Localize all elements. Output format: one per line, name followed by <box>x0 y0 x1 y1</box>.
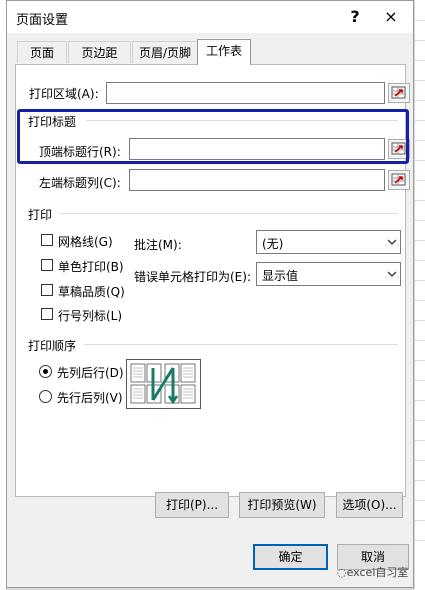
background-sheet-right <box>415 0 425 590</box>
close-button[interactable]: × <box>379 5 403 29</box>
watermark: ◌excel自习室 <box>337 564 408 580</box>
black-white-checkbox[interactable] <box>41 259 53 271</box>
range-select-icon <box>391 173 406 186</box>
gridlines-checkbox[interactable] <box>41 234 53 246</box>
row-col-headings-label: 行号列标(L) <box>58 309 123 323</box>
chevron-down-icon <box>382 231 400 253</box>
ok-button[interactable]: 确定 <box>253 544 328 570</box>
title-bar: 页面设置 ? × <box>7 1 413 33</box>
tab-page[interactable]: 页面 <box>17 41 67 63</box>
page-order-preview-icon <box>130 363 196 405</box>
comments-label: 批注(M): <box>134 238 182 252</box>
black-white-label: 单色打印(B) <box>58 260 124 274</box>
gridlines-label: 网格线(G) <box>58 235 113 249</box>
print-divider <box>60 213 398 214</box>
page-setup-dialog: 页面设置 ? × 页面 页边距 页眉/页脚 工作表 打印区域(A): 打印标题 … <box>6 0 414 588</box>
help-button[interactable]: ? <box>343 5 367 29</box>
print-area-label: 打印区域(A): <box>29 87 99 101</box>
down-then-over-radio[interactable] <box>39 365 52 378</box>
print-preview-button[interactable]: 打印预览(W) <box>239 492 325 518</box>
title-columns-input[interactable] <box>129 169 385 191</box>
draft-quality-label: 草稿品质(Q) <box>58 285 125 299</box>
watermark-text: excel自习室 <box>346 566 409 579</box>
chat-icon: ◌ <box>337 566 347 579</box>
cell-errors-select[interactable]: 显示值 <box>256 262 401 286</box>
page-order-section-label: 打印顺序 <box>28 339 77 353</box>
row-col-headings-checkbox[interactable] <box>41 308 53 320</box>
down-then-over-label: 先列后行(D) <box>57 366 124 380</box>
options-button[interactable]: 选项(O)... <box>336 492 403 518</box>
cell-errors-label: 错误单元格打印为(E): <box>134 270 251 284</box>
dialog-title: 页面设置 <box>16 13 69 28</box>
over-then-down-radio[interactable] <box>39 390 52 403</box>
tab-header-footer[interactable]: 页眉/页脚 <box>132 41 198 63</box>
draft-quality-checkbox[interactable] <box>41 284 53 296</box>
tab-margins[interactable]: 页边距 <box>68 41 131 63</box>
tab-sheet[interactable]: 工作表 <box>197 39 251 65</box>
print-button[interactable]: 打印(P)... <box>155 492 229 518</box>
title-columns-label: 左端标题列(C): <box>39 176 121 190</box>
range-select-icon <box>391 86 406 99</box>
print-area-input[interactable] <box>106 82 385 104</box>
comments-value: (无) <box>262 237 284 251</box>
page-order-divider <box>84 344 398 345</box>
print-area-collapse-button[interactable] <box>388 83 410 103</box>
chevron-down-icon <box>382 263 400 285</box>
cell-errors-value: 显示值 <box>262 269 299 283</box>
print-section-label: 打印 <box>28 208 53 222</box>
comments-select[interactable]: (无) <box>256 230 401 254</box>
title-columns-collapse-button[interactable] <box>388 170 410 190</box>
over-then-down-label: 先行后列(V) <box>57 391 123 405</box>
page-order-preview <box>126 359 201 409</box>
highlight-box <box>17 109 409 164</box>
